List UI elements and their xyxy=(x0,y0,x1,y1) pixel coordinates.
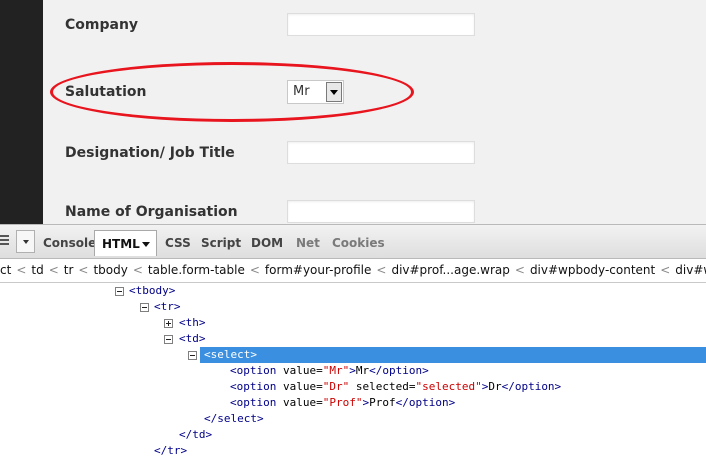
admin-sidebar-edge xyxy=(0,0,43,224)
tree-node-select-close[interactable]: </select> xyxy=(204,411,264,427)
tree-node-tbody[interactable]: <tbody> xyxy=(129,283,175,299)
profile-form-area: Company Salutation Mr Designation/ Job T… xyxy=(0,0,706,224)
tree-node-option[interactable]: <option value="Prof">Prof</option> xyxy=(230,395,455,411)
tab-dom[interactable]: DOM xyxy=(251,236,283,250)
breadcrumb-item[interactable]: ct xyxy=(0,263,11,277)
tab-net[interactable]: Net xyxy=(296,236,320,250)
collapse-icon[interactable] xyxy=(115,287,124,296)
breadcrumb-item[interactable]: td xyxy=(31,263,43,277)
breadcrumb-item[interactable]: div#prof...age.wrap xyxy=(391,263,509,277)
html-tree-panel: <tbody> <tr> <th> <td> <select> <option … xyxy=(0,283,706,457)
tab-console[interactable]: Console xyxy=(43,236,96,250)
breadcrumb-item[interactable]: tbody xyxy=(93,263,127,277)
designation-field[interactable] xyxy=(287,141,475,164)
red-highlight-ellipse xyxy=(50,62,414,122)
tab-cookies[interactable]: Cookies xyxy=(332,236,385,250)
designation-label: Designation/ Job Title xyxy=(65,145,235,161)
inspect-dropdown-icon[interactable] xyxy=(16,230,35,253)
tree-node-td-close[interactable]: </td> xyxy=(179,427,212,443)
tab-script[interactable]: Script xyxy=(201,236,241,250)
organisation-label: Name of Organisation xyxy=(65,204,238,220)
tree-node-th[interactable]: <th> xyxy=(179,315,206,331)
tab-css[interactable]: CSS xyxy=(165,236,191,250)
collapse-icon[interactable] xyxy=(188,351,197,360)
breadcrumb-item[interactable]: tr xyxy=(64,263,74,277)
breadcrumb-item[interactable]: div#wpbody xyxy=(675,263,706,277)
tree-node-tr[interactable]: <tr> xyxy=(154,299,181,315)
breadcrumb: ct < td < tr < tbody < table.form-table < form#you… xyxy=(0,259,706,283)
breadcrumb-item[interactable]: form#your-profile xyxy=(265,263,371,277)
company-field[interactable] xyxy=(287,13,475,36)
organisation-field[interactable] xyxy=(287,200,475,223)
tree-node-option[interactable]: <option value="Mr">Mr</option> xyxy=(230,363,429,379)
tree-node-option[interactable]: <option value="Dr" selected="selected">D… xyxy=(230,379,561,395)
tab-html-label: HTML xyxy=(102,237,140,251)
company-label: Company xyxy=(65,17,139,33)
menu-icon[interactable] xyxy=(0,235,9,247)
tree-node-td[interactable]: <td> xyxy=(179,331,206,347)
firebug-toolbar: Console HTML CSS Script DOM Net Cookies xyxy=(0,224,706,259)
collapse-icon[interactable] xyxy=(164,335,173,344)
collapse-icon[interactable] xyxy=(140,303,149,312)
breadcrumb-item[interactable]: div#wpbody-content xyxy=(530,263,655,277)
chevron-down-icon[interactable] xyxy=(142,242,150,247)
expand-icon[interactable] xyxy=(164,319,173,328)
tree-node-tr-close[interactable]: </tr> xyxy=(154,443,187,459)
tree-node-select-selected[interactable]: <select> xyxy=(200,347,706,363)
breadcrumb-item[interactable]: table.form-table xyxy=(148,263,245,277)
tab-html[interactable]: HTML xyxy=(94,230,157,256)
